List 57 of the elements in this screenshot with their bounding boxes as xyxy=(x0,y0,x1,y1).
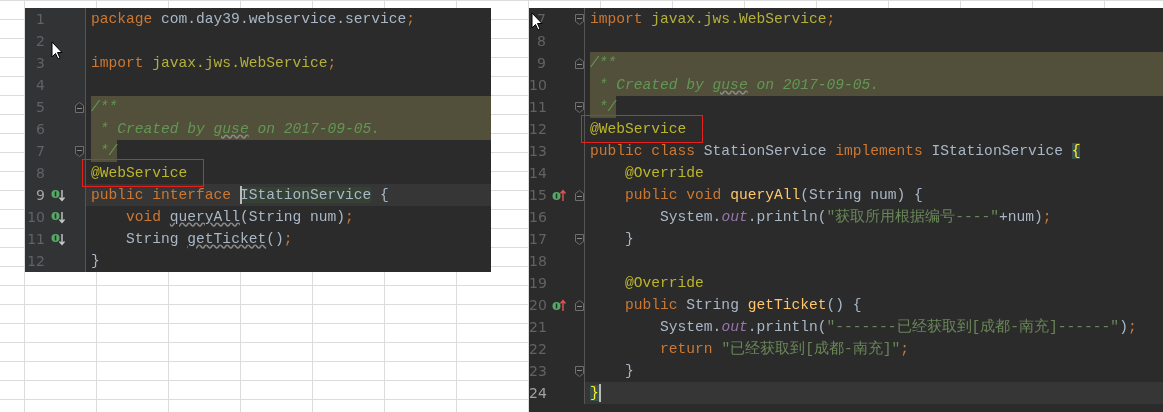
code-line: import javax.jws.WebService; xyxy=(91,54,337,73)
code-line: void queryAll(String num); xyxy=(125,208,354,227)
mouse-pointer-icon xyxy=(531,12,543,31)
implemented-marker-icon[interactable] xyxy=(51,188,65,202)
code-line: * Created by guse on 2017-09-05. xyxy=(597,76,879,95)
code-line: * Created by guse on 2017-09-05. xyxy=(98,120,380,139)
implemented-marker-icon[interactable] xyxy=(51,210,65,224)
code-line: package com.day39.webservice.service; xyxy=(91,10,416,29)
line-number: 24 xyxy=(529,384,546,403)
line-number: 16 xyxy=(529,208,546,227)
fold-icon[interactable] xyxy=(574,299,584,311)
fold-icon[interactable] xyxy=(75,101,84,113)
line-number: 13 xyxy=(529,142,546,161)
line-number: 15 xyxy=(529,186,546,205)
line-number: 8 xyxy=(536,32,546,51)
line-number: 14 xyxy=(529,164,546,183)
fold-icon[interactable] xyxy=(574,365,584,377)
code-line: } xyxy=(91,252,100,271)
fold-icon[interactable] xyxy=(574,13,584,25)
overrides-marker-icon[interactable] xyxy=(552,298,566,312)
line-number: 19 xyxy=(529,274,546,293)
line-number: 9 xyxy=(536,54,546,73)
code-line: System.out.println("-------已经获取到[成都-南充]------"); xyxy=(659,317,1137,337)
code-line: @WebService xyxy=(91,164,188,183)
code-line: @Override xyxy=(624,164,704,183)
code-line: } xyxy=(624,362,634,381)
code-line: /** xyxy=(590,54,617,73)
code-line: @Override xyxy=(624,274,704,293)
fold-icon[interactable] xyxy=(574,233,584,245)
code-line: } xyxy=(624,230,634,249)
line-number: 22 xyxy=(529,340,546,359)
line-number: 12 xyxy=(529,120,546,139)
overrides-marker-icon[interactable] xyxy=(552,188,566,202)
line-number: 17 xyxy=(529,230,546,249)
code-line: @WebService xyxy=(590,120,687,139)
line-number: 18 xyxy=(529,252,546,271)
code-line: System.out.println("获取所用根据编号----"+num); xyxy=(659,207,1052,227)
fold-icon[interactable] xyxy=(574,101,584,113)
fold-icon[interactable] xyxy=(574,189,584,201)
line-number: 20 xyxy=(529,296,546,315)
line-number: 23 xyxy=(529,362,546,381)
implemented-marker-icon[interactable] xyxy=(51,232,65,246)
fold-icon[interactable] xyxy=(574,57,584,69)
code-line: import javax.jws.WebService; xyxy=(590,10,836,29)
code-line: public class StationService implements IStationService { xyxy=(590,142,1081,161)
line-number: 21 xyxy=(529,318,546,337)
code-line: return "已经获取到[成都-南充]"; xyxy=(659,339,909,359)
code-line: public interface IStationService { xyxy=(91,186,389,205)
fold-icon[interactable] xyxy=(75,145,84,157)
code-line: /** xyxy=(91,98,118,117)
code-line: public String getTicket() { xyxy=(624,296,862,315)
line-number: 9 xyxy=(35,186,45,205)
code-line: String getTicket(); xyxy=(125,230,293,249)
mouse-pointer-icon xyxy=(51,41,63,60)
line-number: 10 xyxy=(529,76,546,95)
code-line: public void queryAll(String num) { xyxy=(624,186,923,205)
line-number: 11 xyxy=(529,98,546,117)
